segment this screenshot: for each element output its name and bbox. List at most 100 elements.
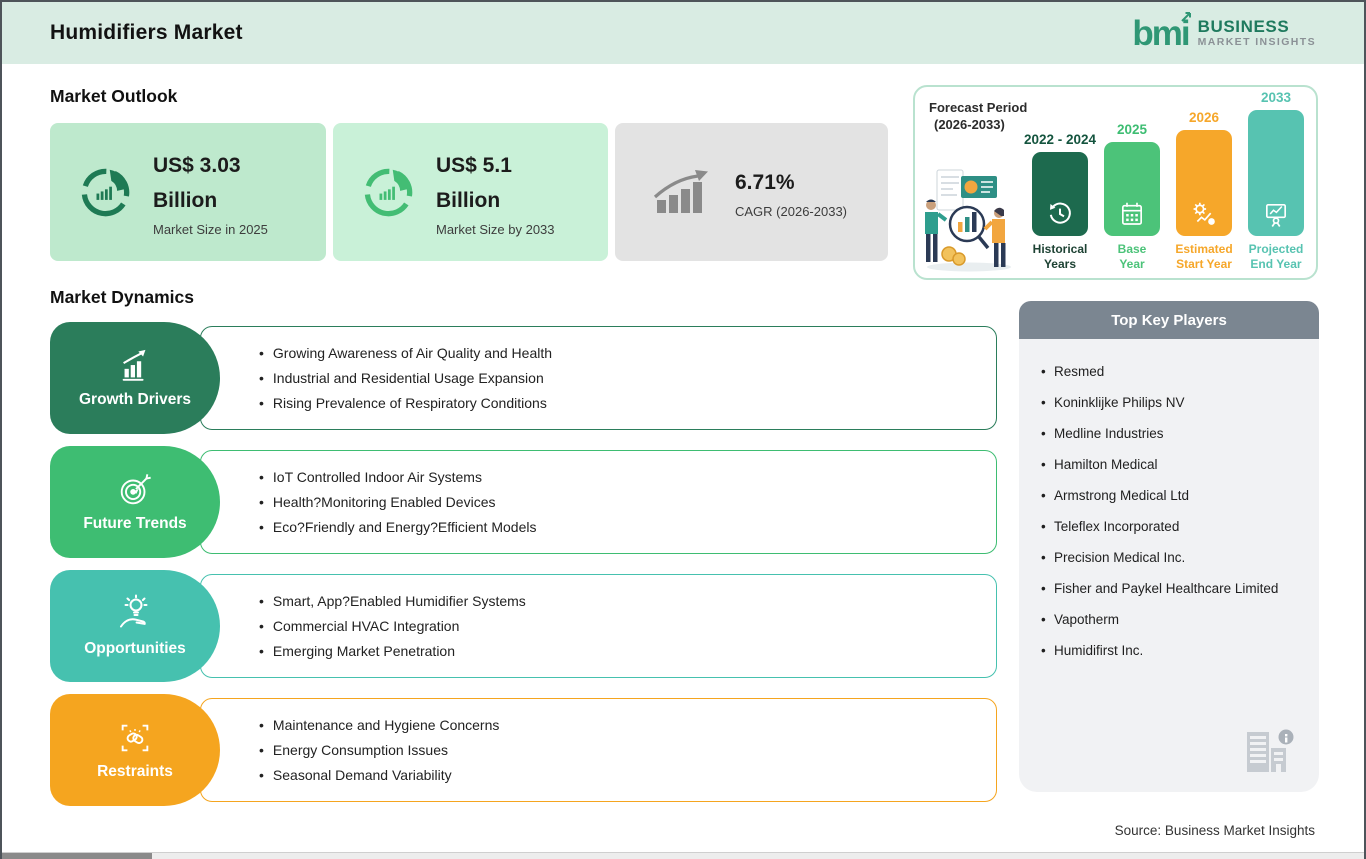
stat-caption: Market Size by 2033 (436, 221, 555, 237)
bar-year-label: 2022 - 2024 (1023, 132, 1097, 147)
bullet-item: Energy Consumption Issues (259, 740, 996, 760)
key-player-item: Medline Industries (1041, 425, 1297, 443)
bullet-item: Seasonal Demand Variability (259, 765, 996, 785)
horizontal-scrollbar[interactable] (2, 852, 1364, 859)
stat-card-market-size-2033: US$ 5.1 Billion Market Size by 2033 (333, 123, 608, 261)
top-key-players-panel: Top Key Players Resmed Koninklijke Phili… (1019, 301, 1319, 792)
stat-card-text: 6.71% CAGR (2026-2033) (735, 165, 847, 219)
pill-label: Opportunities (84, 640, 186, 657)
bar-caption-line2: Year (1119, 257, 1145, 271)
future-trends-bullets: IoT Controlled Indoor Air Systems Health… (200, 450, 997, 554)
bar-caption: Estimated Start Year (1175, 242, 1232, 272)
opportunities-row: Smart, App?Enabled Humidifier Systems Co… (50, 570, 997, 682)
bullet-item: Emerging Market Penetration (259, 641, 996, 661)
key-player-item: Vapotherm (1041, 611, 1297, 629)
key-player-item: Fisher and Paykel Healthcare Limited (1041, 580, 1297, 598)
bullet-item: Maintenance and Hygiene Concerns (259, 715, 996, 735)
analysts-illustration (925, 169, 1011, 272)
donut-chart-icon (364, 168, 413, 216)
growth-chart-icon (122, 349, 146, 381)
scrollbar-thumb[interactable] (2, 853, 152, 859)
stat-card-market-size-2025: US$ 3.03 Billion Market Size in 2025 (50, 123, 326, 261)
opportunities-pill: Opportunities (50, 570, 220, 682)
bmi-logo: bmi BUSINESS MARKET INSIGHTS (1132, 11, 1316, 51)
pill-label: Future Trends (83, 515, 187, 532)
key-player-item: Armstrong Medical Ltd (1041, 487, 1297, 505)
logo-arrow-icon (1180, 11, 1191, 22)
timeline-col-historical: 2022 - 2024 Historical Years (1024, 132, 1096, 272)
top-key-players-header: Top Key Players (1019, 301, 1319, 339)
bar-year-label: 2026 (1188, 110, 1220, 125)
projected-end-year-bar (1248, 110, 1304, 236)
bar-caption-line1: Historical (1032, 242, 1088, 256)
history-icon (1049, 202, 1071, 224)
bar-caption-line2: Years (1043, 257, 1077, 271)
estimated-start-year-bar (1176, 130, 1232, 236)
forecast-timeline-bars: 2022 - 2024 Historical Years 2025 Base Y… (1024, 90, 1304, 272)
growth-arrow-icon (653, 170, 708, 213)
target-icon (120, 474, 151, 505)
forecast-period-panel: Forecast Period (2026-2033) 2022 - 2024 … (913, 85, 1318, 280)
stat-caption: CAGR (2026-2033) (735, 204, 847, 219)
bullet-item: Health?Monitoring Enabled Devices (259, 492, 996, 512)
gear-chart-icon (1193, 202, 1215, 225)
bar-caption: Projected End Year (1249, 242, 1304, 272)
bullet-item: Rising Prevalence of Respiratory Conditi… (259, 393, 996, 413)
growth-drivers-pill: Growth Drivers (50, 322, 220, 434)
chain-link-icon (121, 724, 149, 752)
stat-card-cagr: 6.71% CAGR (2026-2033) (615, 123, 888, 261)
building-icon (1247, 729, 1294, 772)
growth-drivers-row: Growing Awareness of Air Quality and Hea… (50, 322, 997, 434)
stat-caption: Market Size in 2025 (153, 221, 268, 237)
key-player-item: Koninklijke Philips NV (1041, 394, 1297, 412)
pill-label: Growth Drivers (79, 391, 191, 408)
stat-card-text: US$ 3.03 Billion Market Size in 2025 (153, 148, 268, 237)
bar-caption: Base Year (1118, 242, 1147, 272)
forecast-title-line2: (2026-2033) (934, 117, 1005, 132)
bullet-item: Industrial and Residential Usage Expansi… (259, 368, 996, 388)
header-bar: Humidifiers Market bmi BUSINESS MARKET I… (2, 2, 1364, 64)
bulb-hand-icon (120, 594, 148, 628)
stat-value-line2: Billion (436, 188, 501, 212)
bullet-item: Growing Awareness of Air Quality and Hea… (259, 343, 996, 363)
logo-line2: MARKET INSIGHTS (1197, 36, 1316, 48)
key-player-item: Resmed (1041, 363, 1297, 381)
forecast-period-title: Forecast Period (2026-2033) (929, 99, 1027, 133)
bar-year-label: 2033 (1260, 90, 1292, 105)
logo-wordmark: BUSINESS MARKET INSIGHTS (1197, 17, 1316, 49)
opportunities-bullets: Smart, App?Enabled Humidifier Systems Co… (200, 574, 997, 678)
bar-caption-line2: Start Year (1176, 257, 1232, 271)
timeline-col-estimated-start: 2026 Estimated Start Year (1175, 110, 1232, 272)
bar-caption-line1: Projected (1248, 242, 1304, 256)
historical-years-bar (1032, 152, 1088, 236)
key-player-item: Hamilton Medical (1041, 456, 1297, 474)
stat-value-line1: US$ 5.1 (436, 153, 512, 177)
bullet-item: Eco?Friendly and Energy?Efficient Models (259, 517, 996, 537)
timeline-col-projected-end: 2033 Projected End Year (1248, 90, 1304, 272)
top-key-players-body: Resmed Koninklijke Philips NV Medline In… (1019, 339, 1319, 792)
future-trends-pill: Future Trends (50, 446, 220, 558)
future-trends-row: IoT Controlled Indoor Air Systems Health… (50, 446, 997, 558)
logo-line1: BUSINESS (1197, 17, 1290, 36)
source-text: Source: Business Market Insights (1114, 823, 1315, 838)
infographic-page: Humidifiers Market bmi BUSINESS MARKET I… (0, 0, 1366, 859)
base-year-bar (1104, 142, 1160, 236)
bullet-item: Commercial HVAC Integration (259, 616, 996, 636)
stat-value-line2: Billion (153, 188, 218, 212)
bullet-item: Smart, App?Enabled Humidifier Systems (259, 591, 996, 611)
bar-caption-line1: Estimated (1175, 242, 1233, 256)
key-players-list: Resmed Koninklijke Philips NV Medline In… (1041, 363, 1297, 660)
bar-caption-line2: End Year (1250, 257, 1302, 271)
restraints-bullets: Maintenance and Hygiene Concerns Energy … (200, 698, 997, 802)
donut-chart-icon (81, 168, 130, 216)
bar-year-label: 2025 (1116, 122, 1148, 137)
forecast-title-line1: Forecast Period (929, 100, 1028, 115)
growth-drivers-bullets: Growing Awareness of Air Quality and Hea… (200, 326, 997, 430)
restraints-pill: Restraints (50, 694, 220, 806)
restraints-row: Maintenance and Hygiene Concerns Energy … (50, 694, 997, 806)
pill-label: Restraints (97, 763, 173, 780)
bullet-item: IoT Controlled Indoor Air Systems (259, 467, 996, 487)
key-player-item: Humidifirst Inc. (1041, 642, 1297, 660)
timeline-col-base-year: 2025 Base Year (1104, 122, 1160, 272)
stat-value-line1: 6.71% (735, 171, 795, 194)
